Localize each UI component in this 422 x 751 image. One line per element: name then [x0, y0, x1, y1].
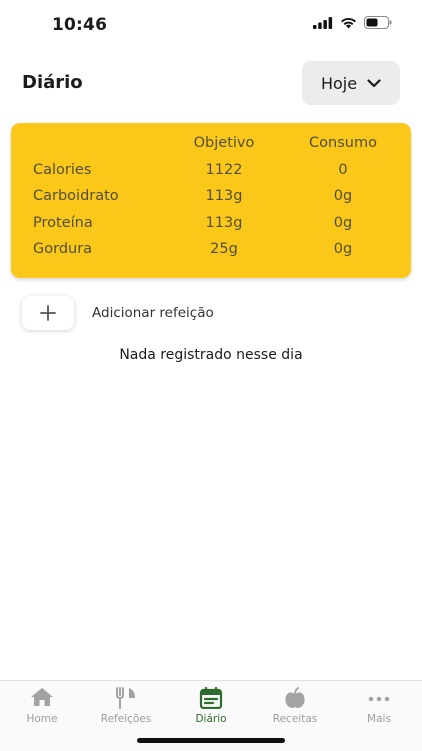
signal-icon: [313, 16, 333, 29]
protein-label: Proteína: [33, 215, 93, 231]
battery-icon: [364, 16, 392, 29]
diary-icon: [199, 687, 223, 709]
tab-recipes[interactable]: Receitas: [253, 681, 337, 735]
home-indicator: [137, 738, 285, 743]
nutrition-summary-card: Objetivo Consumo Calories 1122 0 Carboid…: [11, 123, 411, 278]
protein-consumed: 0g: [333, 215, 353, 231]
tab-diary[interactable]: Diário: [169, 681, 253, 735]
fork-knife-icon: [116, 687, 135, 709]
header: Diário Hoje: [0, 58, 422, 108]
fat-goal: 25g: [210, 241, 238, 257]
calories-label: Calories: [33, 162, 92, 178]
goal-column-header: Objetivo: [193, 135, 255, 151]
carbs-consumed: 0g: [333, 188, 353, 204]
apple-icon: [285, 687, 305, 708]
carbs-label: Carboidrato: [33, 188, 119, 204]
add-meal-row: Adicionar refeição: [22, 296, 402, 330]
calories-consumed: 0: [338, 162, 348, 178]
tab-home[interactable]: Home: [0, 681, 84, 735]
tab-meals-label: Refeições: [100, 713, 152, 725]
carbs-goal: 113g: [205, 188, 243, 204]
date-selector-label: Hoje: [320, 73, 358, 93]
home-icon: [31, 688, 53, 706]
tab-home-label: Home: [26, 713, 58, 725]
empty-state-message: Nada registrado nesse dia: [119, 347, 303, 363]
add-meal-label[interactable]: Adicionar refeição: [92, 305, 214, 321]
page-title: Diário: [22, 72, 83, 93]
tab-more[interactable]: Mais: [337, 681, 421, 735]
tab-recipes-label: Receitas: [272, 713, 318, 725]
status-icons: [313, 16, 392, 29]
fat-consumed: 0g: [333, 241, 353, 257]
wifi-icon: [341, 17, 356, 28]
status-time: 10:46: [52, 15, 108, 35]
more-icon: [368, 696, 390, 702]
fat-label: Gordura: [33, 241, 93, 257]
plus-icon: [40, 305, 56, 321]
chevron-down-icon: [367, 78, 381, 87]
protein-goal: 113g: [205, 215, 243, 231]
tab-meals[interactable]: Refeições: [84, 681, 168, 735]
calories-goal: 1122: [205, 162, 243, 178]
tab-more-label: Mais: [367, 713, 391, 725]
add-meal-button[interactable]: [22, 296, 74, 330]
consumed-column-header: Consumo: [309, 135, 377, 151]
tab-diary-label: Diário: [195, 713, 227, 725]
date-selector-button[interactable]: Hoje: [302, 61, 400, 105]
status-bar: 10:46: [0, 0, 422, 48]
